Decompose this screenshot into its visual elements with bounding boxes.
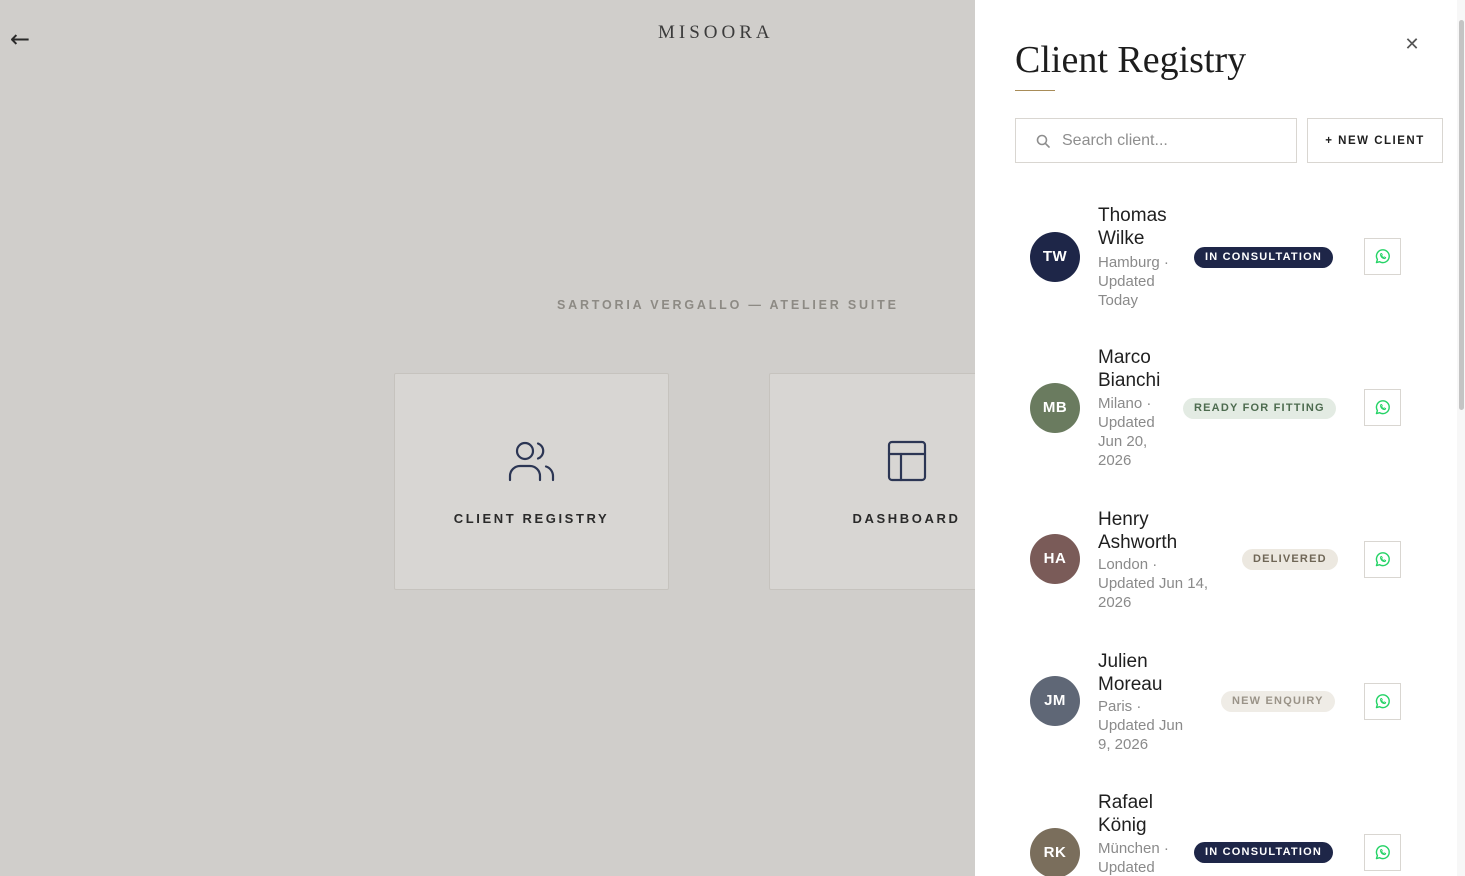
client-name-line: Wilke [1098,228,1145,249]
client-meta-line: Today [1098,292,1139,309]
client-name-line: König [1098,815,1147,836]
avatar: TW [1030,232,1080,282]
client-name-line: Moreau [1098,674,1163,695]
client-name: Henry Ashworth [1098,508,1177,554]
client-row[interactable]: RK Rafael König München · Updated IN CON… [1015,791,1415,876]
client-meta-line: Paris · [1098,698,1142,715]
client-meta-line: Updated [1098,859,1155,876]
client-meta: München · Updated [1098,839,1169,876]
client-meta-line: Updated [1098,273,1155,290]
client-meta-line: Updated Jun [1098,717,1184,734]
brand-logo: MISOORA [658,22,774,43]
whatsapp-button[interactable] [1364,389,1401,426]
client-name-line: Rafael [1098,792,1153,813]
client-registry-tile-label: CLIENT REGISTRY [453,511,610,526]
client-meta-line: 9, 2026 [1098,736,1149,753]
status-badge: DELIVERED [1242,549,1338,570]
client-name-line: Ashworth [1098,532,1178,553]
dashboard-tile[interactable]: DASHBOARD [769,373,975,590]
client-meta-line: Hamburg · [1098,254,1169,271]
client-meta-line: 2026 [1098,594,1132,611]
client-meta: Paris · Updated Jun 9, 2026 [1098,697,1183,754]
new-client-button[interactable]: + NEW CLIENT [1307,118,1443,163]
client-meta: London · Updated Jun 14, 2026 [1098,555,1208,612]
scrollbar-thumb[interactable] [1459,20,1464,410]
client-meta: Milano · Updated Jun 20, 2026 [1098,394,1155,470]
client-meta-line: Updated [1098,414,1155,431]
search-field[interactable] [1015,118,1297,163]
client-name: Marco Bianchi [1098,346,1160,392]
whatsapp-icon [1375,694,1390,709]
whatsapp-button[interactable] [1364,238,1401,275]
whatsapp-button[interactable] [1364,683,1401,720]
client-meta-line: 2026 [1098,452,1132,469]
client-meta-line: Jun 20, [1098,433,1148,450]
client-meta-line: Milano · [1098,395,1152,412]
client-row[interactable]: HA Henry Ashworth London · Updated Jun 1… [1015,508,1415,618]
drawer-title: Client Registry [1015,39,1247,81]
client-name: Rafael König [1098,791,1153,837]
client-row[interactable]: MB Marco Bianchi Milano · Updated Jun 20… [1015,346,1415,474]
client-name-line: Henry [1098,509,1149,530]
whatsapp-button[interactable] [1364,834,1401,871]
avatar: JM [1030,676,1080,726]
client-meta-line: Updated Jun 14, [1098,575,1209,592]
client-meta: Hamburg · Updated Today [1098,253,1169,310]
users-icon [508,441,554,482]
client-name-line: Thomas [1098,205,1167,226]
back-button[interactable]: ← [10,25,30,53]
dashboard-tile-label: DASHBOARD [852,511,961,526]
whatsapp-icon [1375,845,1390,860]
avatar: HA [1030,534,1080,584]
client-meta-line: München · [1098,840,1169,857]
client-name-line: Marco [1098,347,1151,368]
client-name-line: Julien [1098,651,1148,672]
whatsapp-icon [1375,400,1390,415]
whatsapp-icon [1375,249,1390,264]
client-row[interactable]: TW Thomas Wilke Hamburg · Updated Today … [1015,204,1415,314]
status-badge: IN CONSULTATION [1194,247,1333,268]
status-badge: READY FOR FITTING [1183,398,1336,419]
layout-icon [887,440,926,482]
avatar: RK [1030,828,1080,876]
avatar: MB [1030,383,1080,433]
client-name: Julien Moreau [1098,650,1162,696]
close-icon: ✕ [1404,34,1420,55]
status-badge: NEW ENQUIRY [1221,691,1335,712]
client-row[interactable]: JM Julien Moreau Paris · Updated Jun 9, … [1015,650,1415,760]
whatsapp-icon [1375,552,1390,567]
client-name: Thomas Wilke [1098,204,1167,250]
client-meta-line: London · [1098,556,1158,573]
client-registry-tile[interactable]: CLIENT REGISTRY [394,373,669,590]
search-input[interactable] [1062,119,1292,162]
arrow-left-icon: ← [10,25,31,53]
client-name-line: Bianchi [1098,370,1161,391]
status-badge: IN CONSULTATION [1194,842,1333,863]
client-registry-drawer: Client Registry ✕ + NEW CLIENT TW Thomas… [975,0,1465,876]
whatsapp-button[interactable] [1364,541,1401,578]
search-icon [1036,134,1050,148]
suite-label: SARTORIA VERGALLO — ATELIER SUITE [557,298,899,312]
app-background: ← MISOORA SARTORIA VERGALLO — ATELIER SU… [0,0,975,876]
title-underline [1015,90,1055,91]
close-button[interactable]: ✕ [1401,34,1423,56]
